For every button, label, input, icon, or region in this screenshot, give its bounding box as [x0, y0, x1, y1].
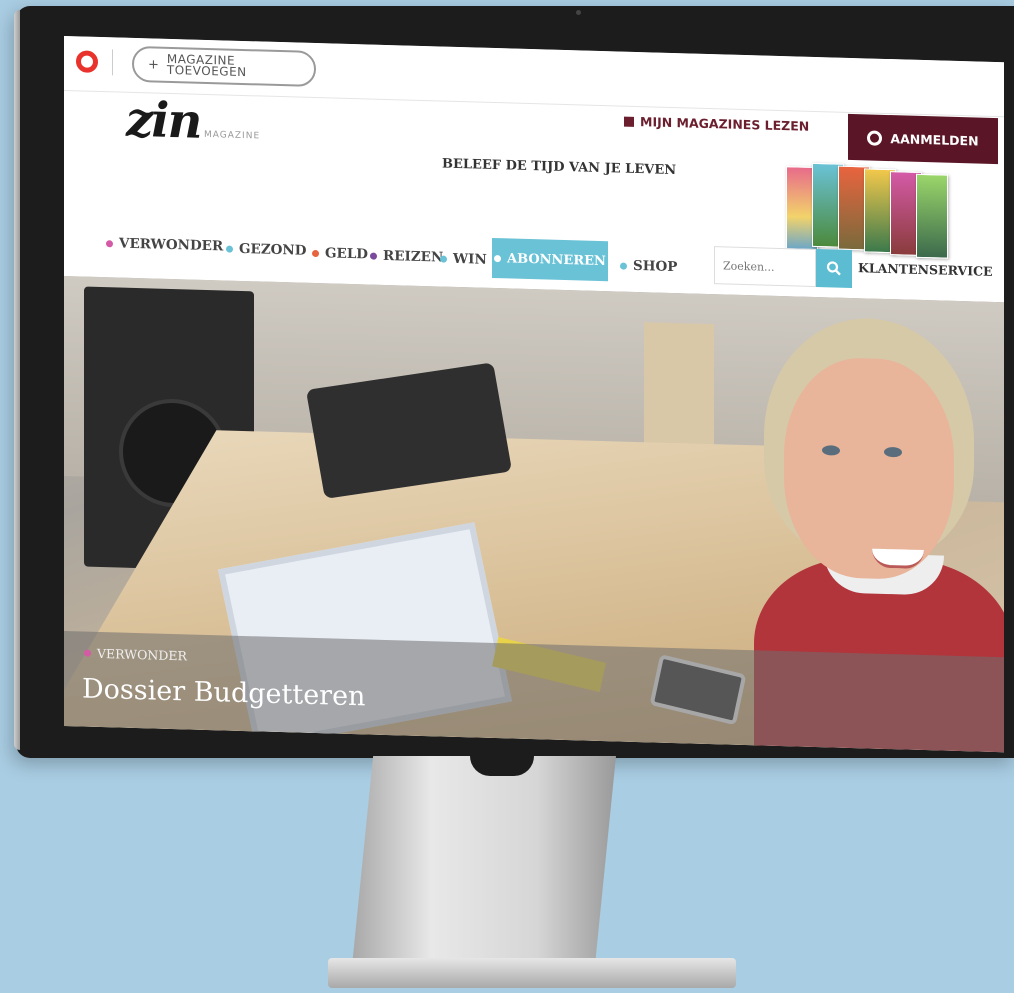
add-magazine-button[interactable]: + MAGAZINE TOEVOEGEN [132, 45, 316, 88]
browser-screen: + MAGAZINE TOEVOEGEN MIJN MAGAZINES LEZE… [64, 36, 1004, 753]
camera [576, 10, 581, 15]
dot-icon [620, 262, 627, 270]
nav-label: VERWONDER [119, 235, 224, 255]
person-eye [884, 446, 902, 458]
nav-shop[interactable]: SHOP [620, 257, 678, 276]
site-logo[interactable]: zin [126, 92, 200, 150]
stand-cutout [470, 756, 534, 776]
dot-icon [312, 249, 319, 257]
nav-label: SHOP [633, 257, 678, 276]
nav-verwonder[interactable]: VERWONDER [106, 235, 223, 254]
search-icon [826, 261, 841, 276]
nav-geld[interactable]: GELD [312, 245, 369, 263]
my-magazines-link[interactable]: MIJN MAGAZINES LEZEN [624, 114, 809, 134]
person-mouth [872, 548, 924, 570]
magazine-icon [624, 116, 634, 127]
monitor-stand [352, 756, 616, 966]
user-icon [867, 129, 883, 146]
nav-label: ABONNEREN [507, 250, 606, 269]
hero-category-label: VERWONDER [97, 645, 187, 664]
customer-service-link[interactable]: KLANTENSERVICE [858, 260, 993, 279]
dot-icon [226, 245, 233, 253]
monitor-edge [14, 10, 20, 750]
nav-gezond[interactable]: GEZOND [226, 241, 306, 259]
dot-icon [440, 255, 447, 263]
nav-label: GEZOND [239, 240, 307, 259]
magazine-cover [916, 173, 948, 259]
dot-icon [370, 252, 377, 260]
my-magazines-label: MIJN MAGAZINES LEZEN [640, 114, 810, 134]
hero-title[interactable]: Dossier Budgetteren [82, 674, 365, 713]
magazine-covers[interactable] [786, 162, 948, 259]
add-magazine-label: MAGAZINE TOEVOEGEN [166, 52, 247, 80]
hero-books [644, 322, 714, 455]
hero-category[interactable]: VERWONDER [84, 645, 187, 664]
add-magazine-line2: TOEVOEGEN [166, 62, 247, 80]
search-input[interactable] [714, 246, 816, 288]
nav-win[interactable]: WIN [440, 251, 487, 268]
person-eye [822, 445, 840, 456]
person-face [784, 356, 954, 581]
nav-label: GELD [325, 245, 369, 263]
nav-label: REIZEN [383, 247, 444, 266]
nav-reizen[interactable]: REIZEN [370, 248, 443, 266]
plus-icon: + [148, 56, 159, 73]
site-logo-sub: MAGAZINE [204, 129, 261, 142]
brand-logo-icon[interactable] [76, 50, 98, 73]
dot-icon [494, 254, 502, 262]
divider [112, 49, 113, 76]
login-button[interactable]: AANMELDEN [848, 113, 998, 165]
login-label: AANMELDEN [890, 130, 979, 149]
hero-image[interactable]: VERWONDER Dossier Budgetteren [64, 276, 1004, 753]
nav-abonneren[interactable]: ABONNEREN [492, 237, 608, 282]
monitor-base [328, 958, 736, 988]
dot-icon [84, 649, 91, 657]
dot-icon [106, 239, 113, 247]
nav-label: WIN [453, 250, 487, 268]
search-button[interactable] [816, 249, 852, 289]
